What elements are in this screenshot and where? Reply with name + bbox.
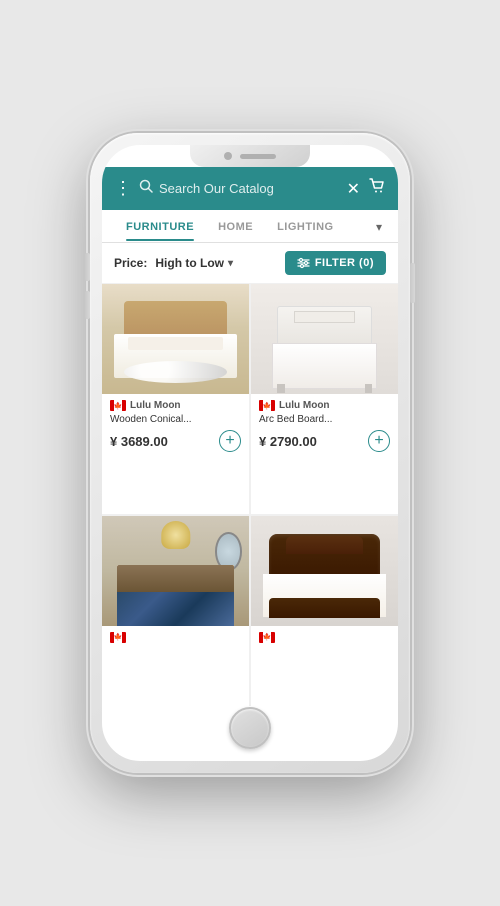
filter-button[interactable]: FILTER (0) — [285, 251, 386, 275]
canada-flag-icon-4: 🍁 — [259, 632, 275, 643]
phone-screen: ⋮ Search Our Catalog ✕ — [102, 145, 398, 761]
product-grid: 🍁 Lulu Moon Wooden Conical... ¥ 3689.00 … — [102, 284, 398, 706]
product-info-4: 🍁 — [251, 626, 398, 653]
home-button[interactable] — [229, 707, 271, 749]
product-origin-4: 🍁 — [259, 632, 390, 643]
sort-chevron-icon: ▾ — [228, 258, 233, 269]
phone-notch — [190, 145, 310, 167]
app-header: ⋮ Search Our Catalog ✕ — [102, 167, 398, 210]
product-info-1: 🍁 Lulu Moon Wooden Conical... ¥ 3689.00 … — [102, 394, 249, 460]
filter-bar: Price: High to Low ▾ FILTER (0) — [102, 243, 398, 284]
power-button[interactable] — [410, 263, 415, 303]
product-card-1[interactable]: 🍁 Lulu Moon Wooden Conical... ¥ 3689.00 … — [102, 284, 249, 514]
tab-home[interactable]: HOME — [206, 211, 265, 241]
price-sort-dropdown[interactable]: High to Low ▾ — [155, 256, 233, 270]
tab-lighting[interactable]: LIGHTING — [265, 211, 346, 241]
filter-button-label: FILTER (0) — [315, 257, 374, 269]
volume-up-button[interactable] — [85, 253, 90, 281]
product-image-3 — [102, 516, 249, 626]
cart-icon[interactable] — [368, 177, 386, 200]
product-info-3: 🍁 — [102, 626, 249, 653]
canada-flag-icon-3: 🍁 — [110, 632, 126, 643]
product-card-2[interactable]: 🍁 Lulu Moon Arc Bed Board... ¥ 2790.00 + — [251, 284, 398, 514]
product-image-1 — [102, 284, 249, 394]
product-price-2: ¥ 2790.00 — [259, 434, 317, 449]
product-brand-1: Lulu Moon — [130, 400, 181, 411]
product-brand-2: Lulu Moon — [279, 400, 330, 411]
canada-flag-icon: 🍁 — [110, 400, 126, 411]
add-to-cart-button-1[interactable]: + — [219, 430, 241, 452]
product-price-row-2: ¥ 2790.00 + — [259, 430, 390, 452]
volume-down-button[interactable] — [85, 291, 90, 319]
nav-tabs: FURNITURE HOME LIGHTING ▾ — [102, 210, 398, 243]
header-actions: ✕ — [347, 177, 386, 200]
app-content: ⋮ Search Our Catalog ✕ — [102, 167, 398, 706]
product-name-2: Arc Bed Board... — [259, 413, 390, 426]
menu-dots-icon[interactable]: ⋮ — [114, 178, 131, 199]
product-origin-2: 🍁 Lulu Moon — [259, 400, 390, 411]
product-card-3[interactable]: 🍁 — [102, 516, 249, 707]
product-origin-1: 🍁 Lulu Moon — [110, 400, 241, 411]
product-info-2: 🍁 Lulu Moon Arc Bed Board... ¥ 2790.00 + — [251, 394, 398, 460]
search-bar[interactable]: Search Our Catalog — [139, 179, 339, 198]
close-icon[interactable]: ✕ — [347, 179, 360, 199]
product-price-1: ¥ 3689.00 — [110, 434, 168, 449]
nav-more-icon[interactable]: ▾ — [372, 210, 386, 242]
search-placeholder-text: Search Our Catalog — [159, 181, 339, 196]
add-to-cart-button-2[interactable]: + — [368, 430, 390, 452]
price-sort-label: High to Low — [155, 256, 224, 270]
phone-frame: ⋮ Search Our Catalog ✕ — [90, 133, 410, 773]
search-icon — [139, 179, 153, 198]
product-name-1: Wooden Conical... — [110, 413, 241, 426]
price-label: Price: — [114, 256, 147, 270]
product-price-row-1: ¥ 3689.00 + — [110, 430, 241, 452]
product-image-2 — [251, 284, 398, 394]
canada-flag-icon-2: 🍁 — [259, 400, 275, 411]
speaker — [240, 154, 276, 159]
product-card-4[interactable]: 🍁 — [251, 516, 398, 707]
tab-furniture[interactable]: FURNITURE — [114, 211, 206, 241]
product-origin-3: 🍁 — [110, 632, 241, 643]
product-image-4 — [251, 516, 398, 626]
camera — [224, 152, 232, 160]
